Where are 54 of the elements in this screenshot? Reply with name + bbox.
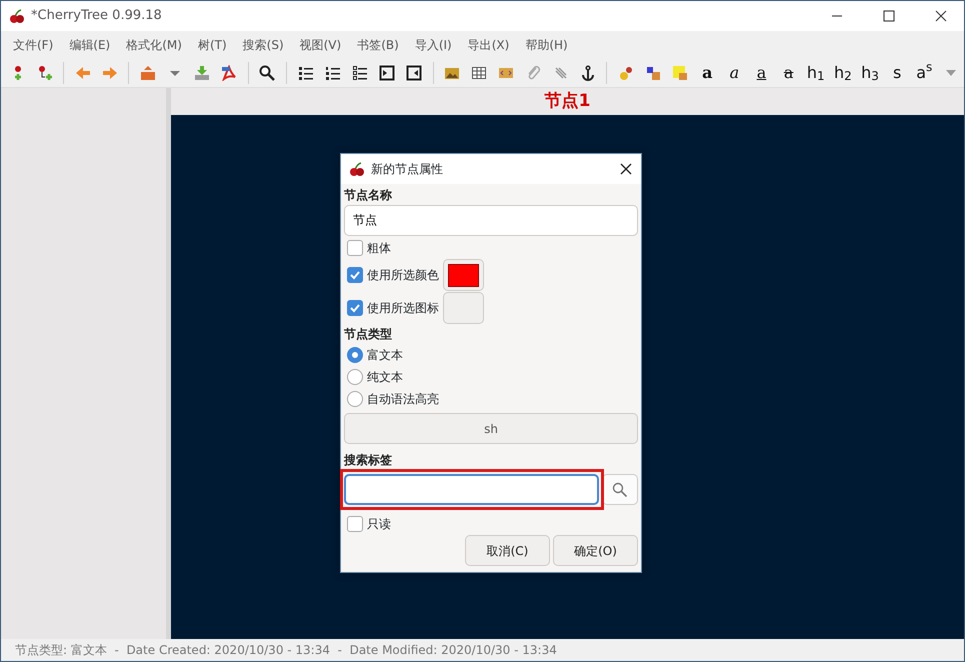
radio-label: 纯文本 xyxy=(367,368,403,386)
checkbox[interactable] xyxy=(347,240,363,256)
syntax-button[interactable]: sh xyxy=(344,413,638,444)
format-button[interactable]: a$^{s}$ xyxy=(912,60,937,86)
menu-item[interactable]: 搜索(S) xyxy=(234,36,292,54)
menu-item[interactable]: 视图(V) xyxy=(292,36,350,54)
window-title: *CherryTree 0.99.18 xyxy=(31,7,162,26)
radio-button[interactable] xyxy=(347,390,363,406)
format-button[interactable]: a xyxy=(722,60,747,86)
format-button[interactable]: a xyxy=(748,60,774,86)
checkbox[interactable] xyxy=(347,516,363,532)
format-button[interactable]: h$_{2}$ xyxy=(830,60,856,86)
checkbox-label: 使用所选图标 xyxy=(367,300,439,317)
format-button[interactable]: a xyxy=(776,60,802,86)
format-button[interactable]: h$_{3}$ xyxy=(857,60,883,86)
color-button[interactable] xyxy=(443,259,484,291)
close-icon xyxy=(935,10,947,22)
menu-item[interactable]: 导入(I) xyxy=(406,36,460,54)
menu-item[interactable]: 帮助(H) xyxy=(517,36,576,54)
format-button[interactable]: a xyxy=(694,60,720,86)
check-icon xyxy=(349,302,361,314)
menu-item[interactable]: 文件(F) xyxy=(5,36,62,54)
cherry-icon xyxy=(349,161,365,177)
field-label: 搜索标签 xyxy=(344,452,393,469)
field-label: 节点类型 xyxy=(344,326,393,343)
name-field[interactable]: 节点 xyxy=(344,205,638,236)
close-icon xyxy=(620,163,632,175)
status-text: 节点类型: 富文本 - Date Created: 2020/10/30 - 13:34 - Date Modified: 2020/10/30 - 13:34 xyxy=(14,642,558,659)
check-icon xyxy=(349,269,361,281)
search-icon xyxy=(612,482,628,498)
menu-item[interactable]: 编辑(E) xyxy=(61,36,118,54)
dialog-button[interactable]: 取消(C) xyxy=(465,535,550,566)
radio-button[interactable] xyxy=(347,368,363,384)
maximize-icon xyxy=(883,10,895,22)
checkbox-label: 粗体 xyxy=(367,240,391,256)
menu-item[interactable]: 书签(B) xyxy=(349,36,407,54)
field-label: 节点名称 xyxy=(344,187,393,204)
checkbox-label: 使用所选颜色 xyxy=(367,267,439,284)
cherry-icon xyxy=(9,8,25,24)
radio-label: 自动语法高亮 xyxy=(367,390,439,408)
dialog-button[interactable]: 确定(O) xyxy=(553,535,638,566)
search-button[interactable] xyxy=(602,474,638,505)
format-button[interactable]: s xyxy=(884,60,910,86)
radio-label: 富文本 xyxy=(367,346,403,364)
dialog-title: 新的节点属性 xyxy=(371,161,444,178)
checkbox[interactable] xyxy=(347,300,363,316)
format-button[interactable]: h$_{1}$ xyxy=(803,60,828,86)
menu-item[interactable]: 树(T) xyxy=(190,36,235,54)
node-title: 节点1 xyxy=(544,90,590,113)
radio-button[interactable] xyxy=(347,346,363,362)
checkbox-label: 只读 xyxy=(367,516,391,532)
menu-item[interactable]: 格式化(M) xyxy=(118,36,190,54)
menu-item[interactable]: 导出(X) xyxy=(460,36,518,54)
checkbox[interactable] xyxy=(347,267,363,283)
